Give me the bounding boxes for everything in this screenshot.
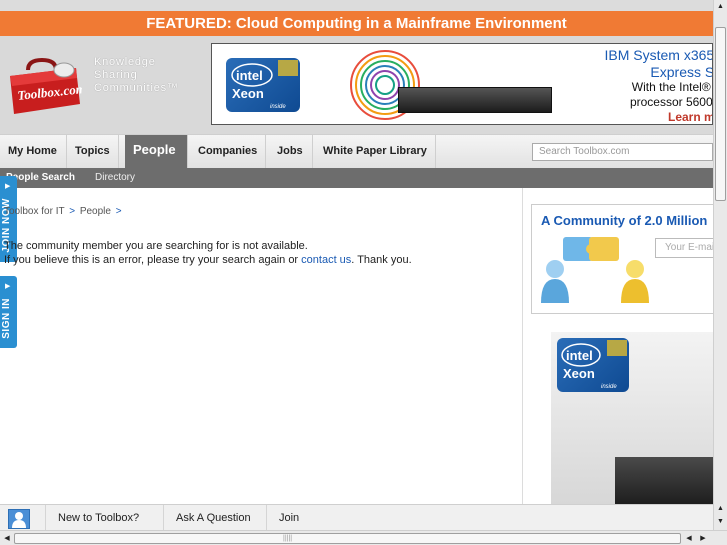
bottom-toolbar: New to Toolbox? Ask A Question Join	[0, 504, 713, 533]
scroll-up-arrow-icon[interactable]: ▲	[715, 1, 726, 13]
header: Toolbox.com Knowledge Sharing Communitie…	[0, 36, 713, 134]
horizontal-scrollbar[interactable]: ◀ ||||| ◀ ▶	[0, 530, 727, 545]
logo-tagline: Knowledge Sharing Communities™	[94, 56, 179, 95]
intel-xeon-badge: intel Xeon inside	[226, 58, 300, 112]
join-link[interactable]: Join	[266, 505, 311, 533]
nav-jobs[interactable]: Jobs	[269, 135, 313, 169]
ad-subtitle: With the Intel® X processor 5600 s	[629, 80, 713, 110]
error-line-suffix: . Thank you.	[351, 254, 412, 266]
puzzle-people-icon	[541, 237, 649, 303]
horizontal-scroll-thumb[interactable]: |||||	[14, 533, 681, 544]
ibm-ad-banner[interactable]: intel Xeon inside IBM System x3650 Expre…	[211, 43, 713, 125]
scroll-up-arrow-icon[interactable]: ▲	[715, 503, 726, 515]
intel-xeon-badge: intel Xeon inside	[557, 338, 629, 392]
ad-title-line: Express Se	[650, 64, 712, 80]
breadcrumb-people[interactable]: People	[80, 206, 111, 217]
error-line: The community member you are searching f…	[4, 240, 308, 252]
vertical-scrollbar[interactable]: ▲ ▲ ▼	[713, 0, 727, 530]
intel-side-ad[interactable]: intel Xeon inside	[551, 332, 713, 504]
sign-in-label: SIGN IN	[1, 298, 12, 339]
error-message: The community member you are searching f…	[4, 239, 412, 267]
xeon-wordmark: Xeon	[232, 86, 264, 101]
ask-a-question-link[interactable]: Ask A Question	[163, 505, 263, 533]
tagline-line: Knowledge	[94, 56, 156, 68]
column-divider	[522, 188, 523, 504]
inside-wordmark: inside	[270, 104, 286, 110]
scroll-right-arrow-icon[interactable]: ▶	[697, 532, 709, 545]
user-avatar-icon[interactable]	[8, 509, 30, 529]
nav-companies[interactable]: Companies	[190, 135, 266, 169]
vertical-scroll-thumb[interactable]	[715, 27, 726, 201]
play-icon: ▶	[5, 183, 11, 190]
toolbox-logo[interactable]: Toolbox.com	[6, 56, 86, 118]
community-signup-box: A Community of 2.0 Million Your E-mail	[531, 204, 717, 314]
tagline-line: Sharing	[94, 69, 138, 81]
top-strip	[0, 0, 713, 11]
scroll-down-arrow-icon[interactable]: ▼	[715, 516, 726, 528]
scroll-left-arrow-icon[interactable]: ◀	[1, 532, 13, 545]
breadcrumb: Toolbox for IT > People >	[4, 206, 124, 217]
breadcrumb-separator: >	[115, 206, 122, 217]
nav-my-home[interactable]: My Home	[0, 135, 67, 169]
people-subnav: People Search Directory	[0, 168, 713, 188]
tagline-line: Communities™	[94, 82, 179, 94]
toolbox-logo-icon: Toolbox.com	[10, 57, 86, 114]
ad-title-line: IBM System x3650	[604, 47, 713, 63]
server-image	[615, 457, 713, 504]
site-search-input[interactable]: Search Toolbox.com	[532, 143, 713, 161]
sign-in-tab[interactable]: ▶ SIGN IN	[0, 276, 17, 348]
main-nav: My Home Topics People Companies Jobs Whi…	[0, 134, 713, 169]
featured-banner[interactable]: FEATURED: Cloud Computing in a Mainframe…	[0, 11, 713, 36]
subnav-directory[interactable]: Directory	[95, 168, 135, 188]
breadcrumb-separator: >	[69, 206, 76, 217]
featured-text[interactable]: FEATURED: Cloud Computing in a Mainframe…	[146, 15, 567, 32]
nav-topics[interactable]: Topics	[67, 135, 119, 169]
inside-wordmark: inside	[601, 384, 617, 390]
new-to-toolbox-link[interactable]: New to Toolbox?	[45, 505, 151, 533]
play-icon: ▶	[5, 283, 11, 290]
nav-white-paper-library[interactable]: White Paper Library	[315, 135, 436, 169]
intel-wordmark: intel	[236, 68, 263, 83]
server-image	[398, 87, 552, 113]
contact-us-link[interactable]: contact us	[301, 254, 351, 266]
community-title: A Community of 2.0 Million	[541, 213, 708, 228]
ad-subtitle-line: With the Intel® X	[631, 80, 713, 94]
intel-wordmark: intel	[566, 348, 593, 363]
error-line-prefix: If you believe this is an error, please …	[4, 254, 302, 266]
nav-people[interactable]: People	[125, 135, 188, 169]
error-line: If you believe this is an error, please …	[4, 253, 412, 267]
ad-title: IBM System x3650 Express Se	[604, 47, 713, 81]
scroll-grip-icon: |||||	[283, 535, 293, 542]
ad-learn-more-link[interactable]: Learn mo	[668, 110, 712, 124]
breadcrumb-toolbox-for-it[interactable]: Toolbox for IT	[4, 206, 64, 217]
email-input[interactable]: Your E-mail	[655, 238, 717, 258]
ad-subtitle-line: processor 5600 s	[629, 95, 713, 109]
xeon-wordmark: Xeon	[563, 366, 595, 381]
scroll-left-arrow-icon[interactable]: ◀	[683, 532, 695, 545]
